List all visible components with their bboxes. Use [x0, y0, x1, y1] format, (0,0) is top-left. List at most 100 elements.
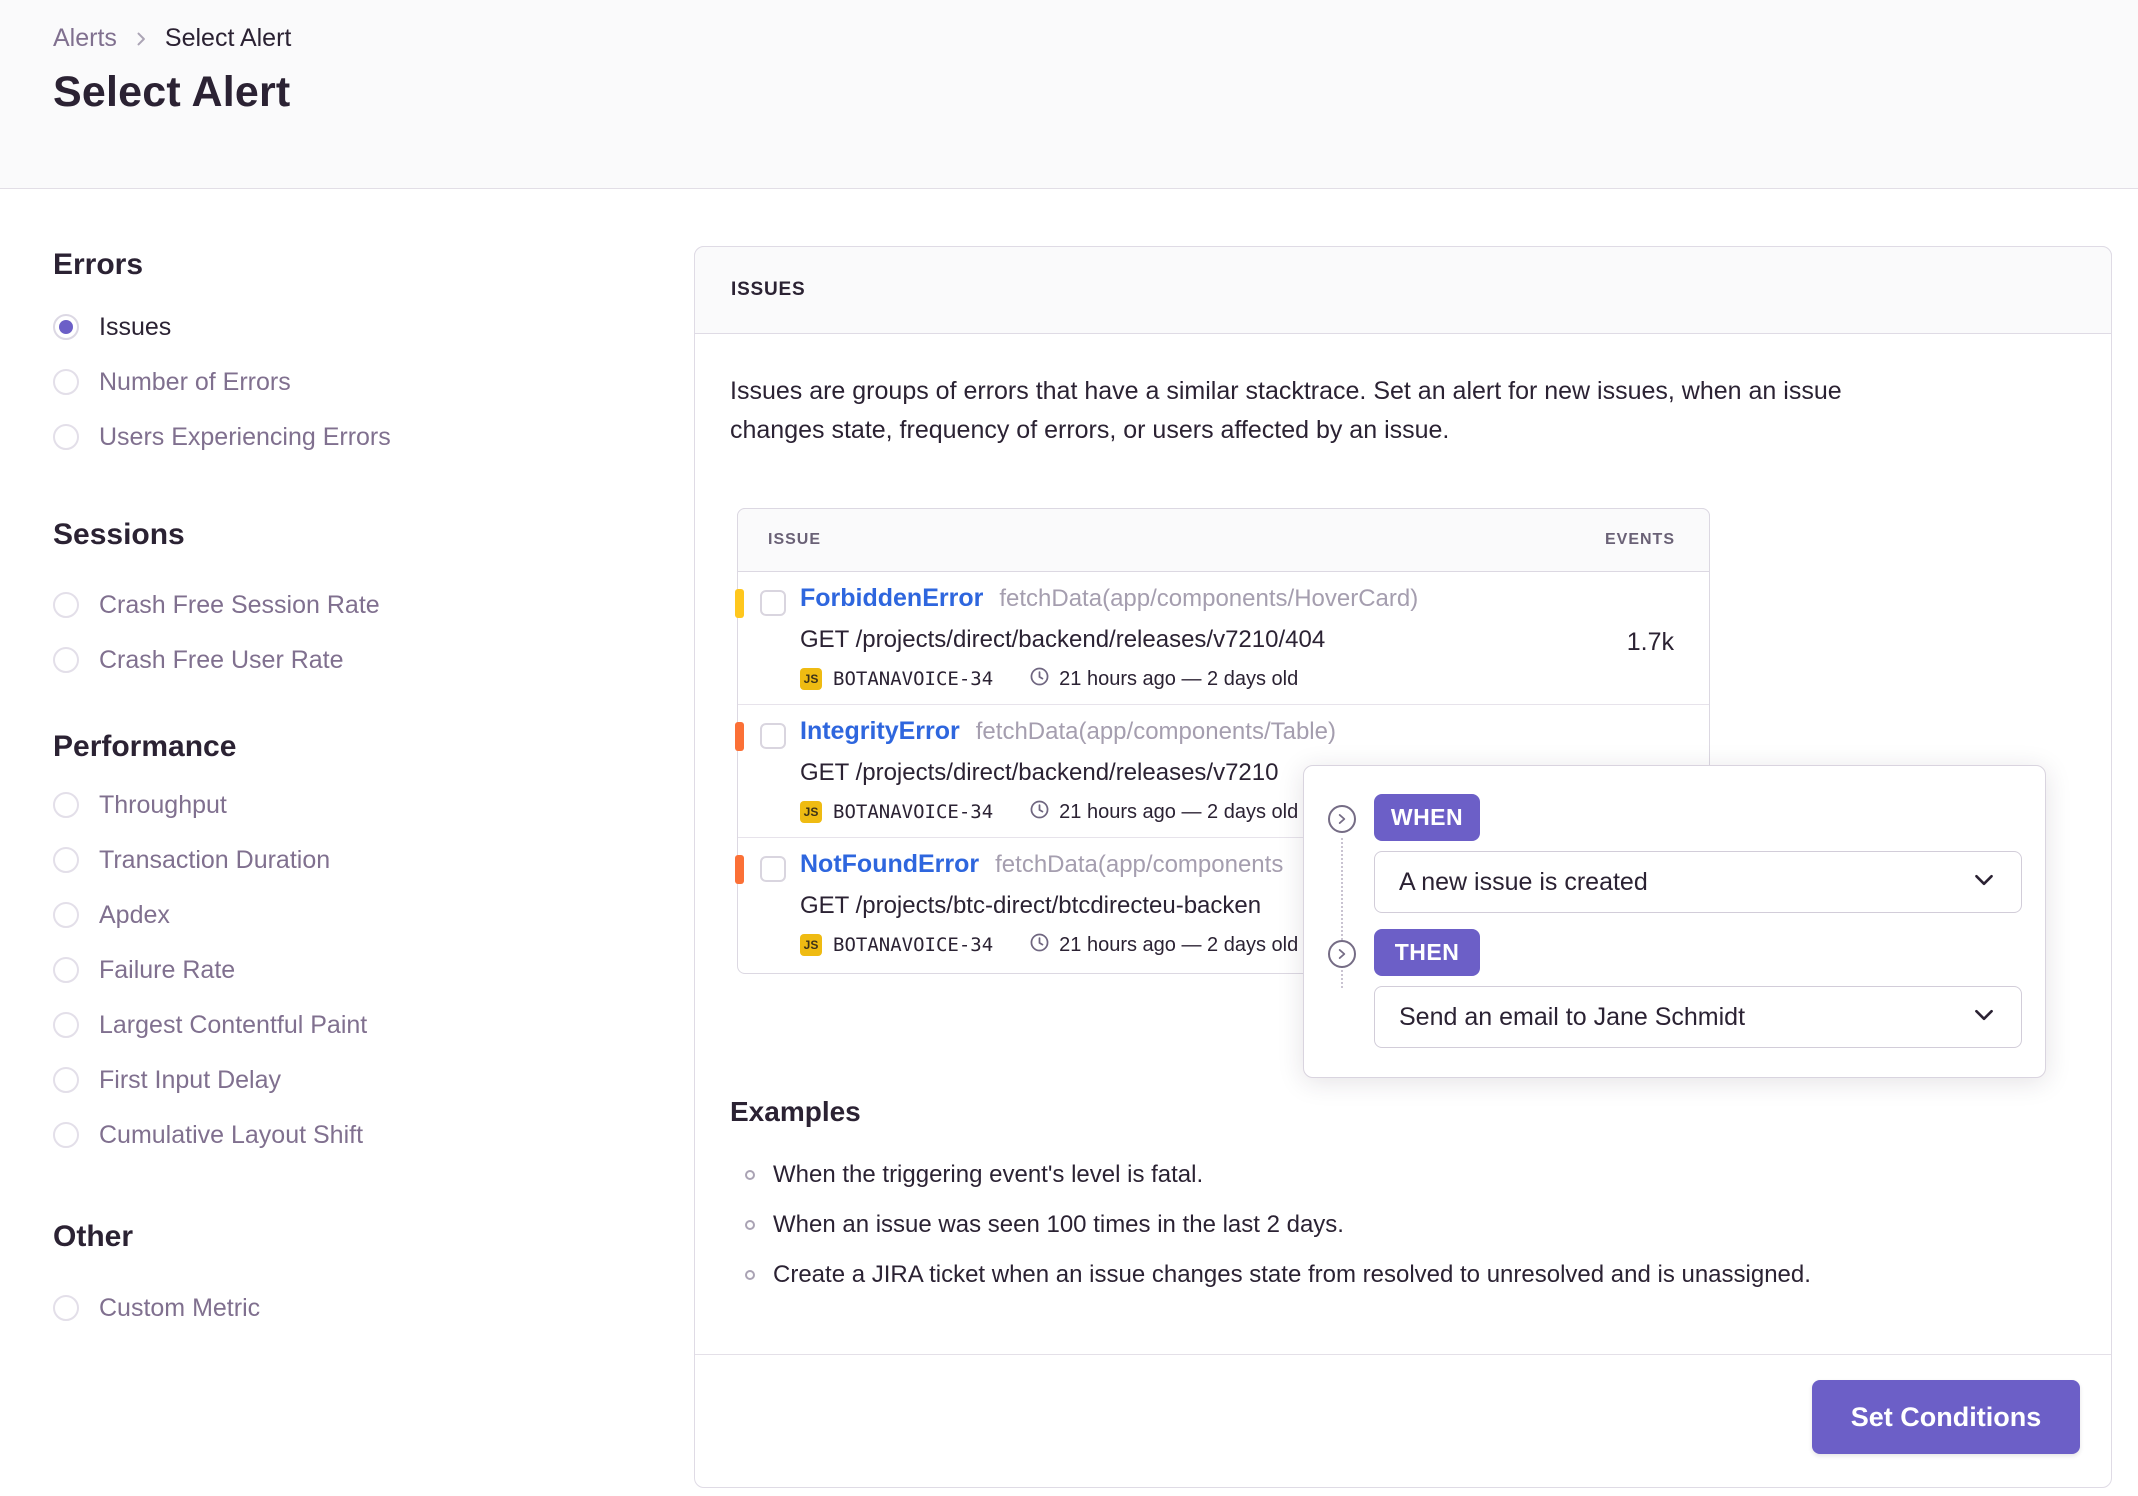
events-count: 1.7k	[1626, 628, 1674, 656]
sidebar-item-failure-rate[interactable]: Failure Rate	[53, 956, 235, 984]
when-condition-value: A new issue is created	[1399, 867, 1648, 896]
transaction-name: fetchData(app/components/Table)	[975, 718, 1336, 745]
sidebar-item-label: Apdex	[99, 900, 170, 929]
issues-description-line1: Issues are groups of errors that have a …	[730, 377, 1842, 405]
sidebar-item-label: Number of Errors	[99, 367, 291, 396]
issue-age: 21 hours ago — 2 days old	[1059, 933, 1299, 956]
section-heading-performance: Performance	[53, 730, 237, 763]
radio-icon[interactable]	[53, 369, 79, 395]
bullet-icon	[745, 1220, 755, 1230]
sidebar-item-first-input-delay[interactable]: First Input Delay	[53, 1066, 281, 1094]
sidebar-item-label: Custom Metric	[99, 1293, 261, 1322]
row-checkbox[interactable]	[760, 590, 786, 616]
radio-icon[interactable]	[53, 647, 79, 673]
issue-age: 21 hours ago — 2 days old	[1059, 800, 1299, 823]
sidebar-item-label: Crash Free Session Rate	[99, 590, 380, 619]
sidebar-item-cumulative-layout-shift[interactable]: Cumulative Layout Shift	[53, 1121, 363, 1149]
radio-icon[interactable]	[53, 957, 79, 983]
bullet-icon	[745, 1170, 755, 1180]
radio-icon[interactable]	[53, 1122, 79, 1148]
breadcrumb-current: Select Alert	[164, 24, 292, 52]
when-badge: WHEN	[1374, 794, 1480, 841]
sidebar-item-largest-contentful-paint[interactable]: Largest Contentful Paint	[53, 1011, 367, 1039]
example-item: Create a JIRA ticket when an issue chang…	[745, 1261, 1811, 1289]
breadcrumb-alerts-link[interactable]: Alerts	[53, 24, 117, 53]
sidebar-item-throughput[interactable]: Throughput	[53, 791, 227, 819]
examples-heading: Examples	[730, 1096, 861, 1127]
row-checkbox[interactable]	[760, 856, 786, 882]
clock-icon	[1029, 932, 1050, 958]
issues-description: Issues are groups of errors that have a …	[730, 372, 2080, 450]
sidebar-item-label: Throughput	[99, 790, 227, 819]
issue-link[interactable]: NotFoundError	[800, 850, 979, 878]
radio-icon[interactable]	[53, 792, 79, 818]
radio-icon[interactable]	[53, 847, 79, 873]
radio-icon[interactable]	[53, 902, 79, 928]
clock-icon	[1029, 799, 1050, 825]
radio-icon[interactable]	[53, 424, 79, 450]
radio-icon[interactable]	[53, 1012, 79, 1038]
example-text: When the triggering event's level is fat…	[773, 1161, 1204, 1188]
section-heading-other: Other	[53, 1220, 134, 1253]
request-path: GET /projects/btc-direct/btcdirecteu-bac…	[800, 892, 1262, 919]
column-header-events: EVENTS	[1604, 531, 1675, 548]
sidebar-item-custom-metric[interactable]: Custom Metric	[53, 1294, 260, 1322]
then-action-value: Send an email to Jane Schmidt	[1399, 1002, 1746, 1031]
issues-panel-title: ISSUES	[731, 279, 806, 300]
request-path: GET /projects/direct/backend/releases/v7…	[800, 759, 1279, 786]
row-checkbox[interactable]	[760, 723, 786, 749]
section-heading-errors: Errors	[53, 248, 144, 281]
transaction-name: fetchData(app/components	[995, 851, 1284, 878]
page-header	[0, 0, 2138, 189]
sidebar-item-issues[interactable]: Issues	[53, 313, 171, 341]
issue-table-header: ISSUE EVENTS	[737, 508, 1710, 572]
radio-selected-icon[interactable]	[53, 314, 79, 340]
column-header-issue: ISSUE	[768, 531, 822, 548]
issue-age: 21 hours ago — 2 days old	[1059, 667, 1299, 690]
clock-icon	[1029, 666, 1050, 692]
then-badge: THEN	[1374, 929, 1480, 976]
javascript-platform-icon: JS	[800, 668, 822, 690]
project-slug: BOTANAVOICE-34	[833, 801, 994, 823]
issue-link[interactable]: IntegrityError	[800, 717, 960, 745]
issues-description-line2: changes state, frequency of errors, or u…	[730, 416, 1450, 444]
chevron-right-icon	[131, 29, 151, 49]
sidebar-item-label: Cumulative Layout Shift	[99, 1120, 364, 1149]
javascript-platform-icon: JS	[800, 934, 822, 956]
error-level-indicator	[735, 855, 744, 884]
request-path: GET /projects/direct/backend/releases/v7…	[800, 626, 1326, 653]
radio-icon[interactable]	[53, 1295, 79, 1321]
set-conditions-button[interactable]: Set Conditions	[1812, 1380, 2080, 1454]
sidebar-item-label: Issues	[99, 312, 172, 341]
example-item: When an issue was seen 100 times in the …	[745, 1211, 1344, 1239]
error-level-indicator	[735, 589, 744, 618]
sidebar-item-crash-free-session-rate[interactable]: Crash Free Session Rate	[53, 591, 380, 619]
sidebar-item-label: First Input Delay	[99, 1065, 282, 1094]
section-heading-sessions: Sessions	[53, 518, 185, 551]
issues-panel-header: ISSUES	[694, 246, 2112, 334]
table-row-forbiddenerror: ForbiddenError fetchData(app/components/H…	[735, 572, 1710, 704]
project-slug: BOTANAVOICE-34	[833, 668, 994, 690]
radio-icon[interactable]	[53, 592, 79, 618]
then-action-select[interactable]: Send an email to Jane Schmidt	[1374, 986, 2022, 1048]
chevron-down-icon	[1971, 867, 1997, 898]
sidebar-item-label: Transaction Duration	[99, 845, 331, 874]
chevron-right-circle-icon	[1328, 940, 1356, 968]
panel-footer-divider	[695, 1354, 2111, 1355]
sidebar-item-transaction-duration[interactable]: Transaction Duration	[53, 846, 330, 874]
sidebar-item-crash-free-user-rate[interactable]: Crash Free User Rate	[53, 646, 344, 674]
chevron-right-circle-icon	[1328, 805, 1356, 833]
sidebar-item-number-of-errors[interactable]: Number of Errors	[53, 368, 291, 396]
transaction-name: fetchData(app/components/HoverCard)	[999, 585, 1419, 612]
alert-rule-builder-card: WHEN A new issue is created THEN Send an…	[1303, 765, 2046, 1078]
project-slug: BOTANAVOICE-34	[833, 934, 994, 956]
when-condition-select[interactable]: A new issue is created	[1374, 851, 2022, 913]
sidebar-item-users-experiencing-errors[interactable]: Users Experiencing Errors	[53, 423, 391, 451]
issue-link[interactable]: ForbiddenError	[800, 584, 983, 612]
example-text: Create a JIRA ticket when an issue chang…	[773, 1261, 1811, 1288]
radio-icon[interactable]	[53, 1067, 79, 1093]
page-title: Select Alert	[53, 68, 291, 116]
javascript-platform-icon: JS	[800, 801, 822, 823]
breadcrumb: Alerts Select Alert	[53, 24, 291, 53]
sidebar-item-apdex[interactable]: Apdex	[53, 901, 170, 929]
